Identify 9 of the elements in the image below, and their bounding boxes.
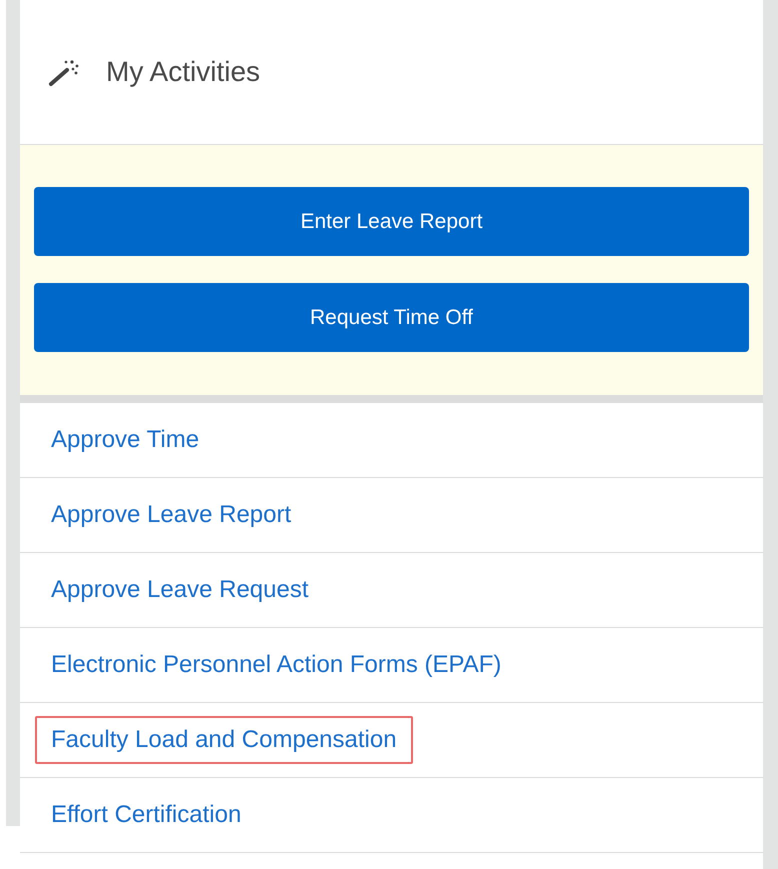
activity-link[interactable]: Effort Certification (35, 791, 258, 839)
action-button[interactable]: Enter Leave Report (34, 187, 749, 256)
activity-link[interactable]: Faculty Load and Compensation (35, 716, 413, 764)
action-button[interactable]: Request Time Off (34, 283, 749, 352)
activity-link[interactable]: Approve Time (35, 416, 216, 464)
activity-link[interactable]: Approve Leave Report (35, 491, 308, 539)
activity-link[interactable]: Approve Leave Request (35, 566, 325, 614)
panel-title: My Activities (106, 56, 260, 88)
activity-link[interactable]: Electronic Personnel Action Forms (EPAF) (35, 641, 518, 689)
